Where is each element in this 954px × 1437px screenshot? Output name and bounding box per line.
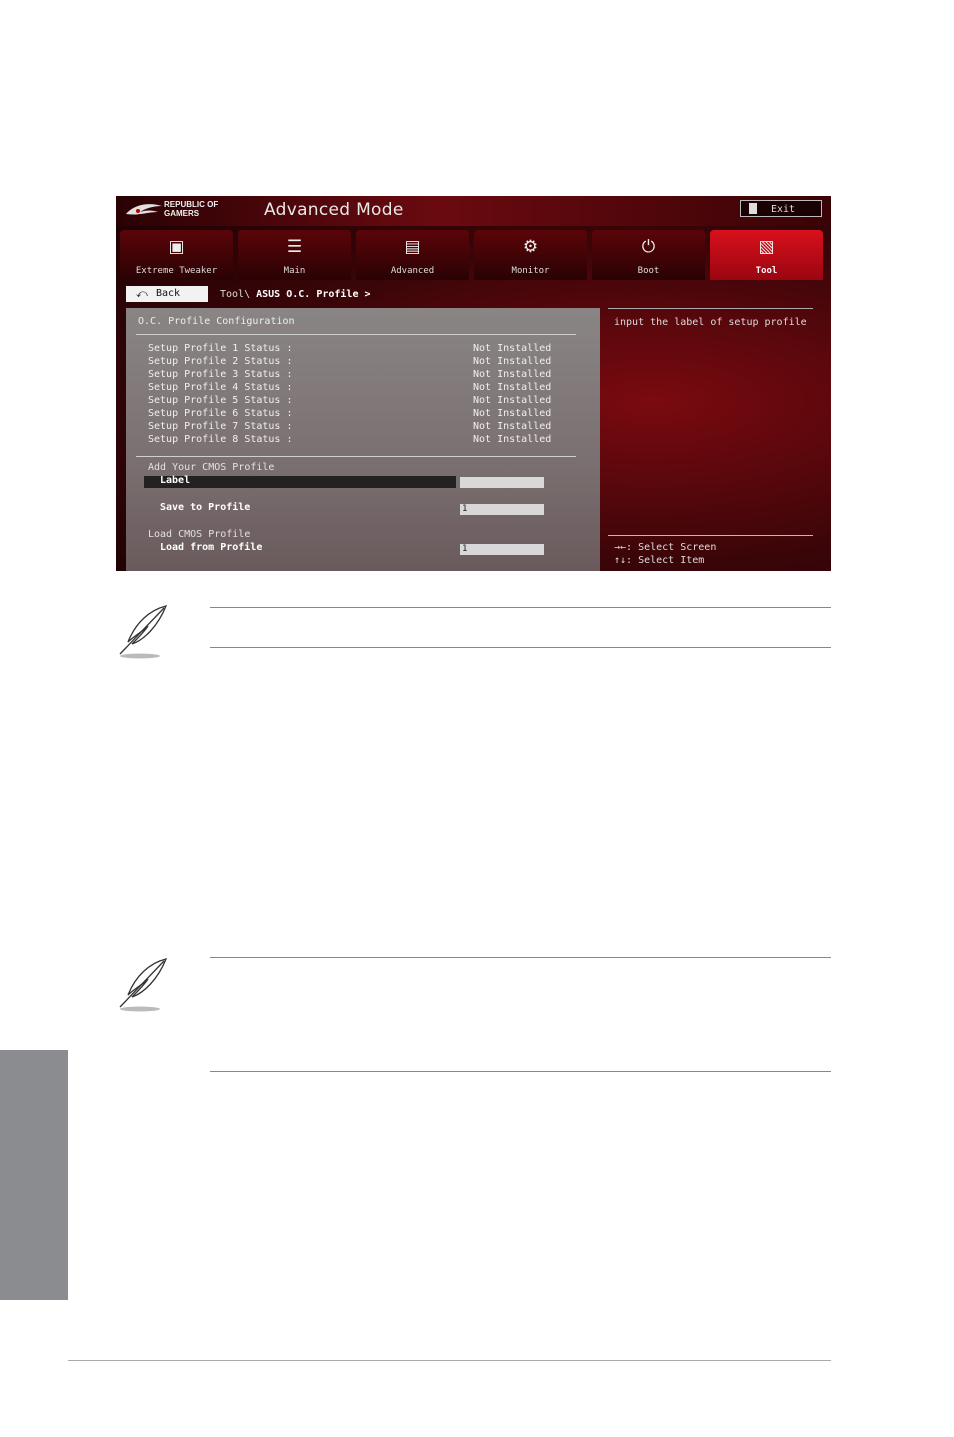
bios-screenshot: REPUBLIC OF GAMERS Advanced Mode Exit ▣ …: [116, 196, 831, 571]
section-title: O.C. Profile Configuration: [138, 316, 295, 327]
selected-row-highlight: [144, 476, 456, 488]
back-label: Back: [156, 288, 181, 299]
note-bottom-rule: [210, 1071, 831, 1072]
back-button[interactable]: ⤺ Back: [126, 286, 208, 302]
note-bottom-rule: [210, 647, 831, 648]
exit-door-icon: [749, 203, 757, 214]
tab-label: Monitor: [511, 266, 550, 276]
divider: [136, 456, 576, 457]
label-input[interactable]: [460, 477, 544, 488]
mode-title: Advanced Mode: [264, 200, 404, 220]
key-hint: →←: Select Screen: [614, 542, 717, 553]
rog-logo-icon: [126, 204, 162, 215]
advanced-icon: ▤: [404, 237, 421, 257]
breadcrumb-prefix: Tool\: [220, 289, 257, 300]
tab-monitor[interactable]: ⚙ Monitor: [474, 230, 587, 280]
note-top-rule: [210, 607, 831, 608]
tab-extreme-tweaker[interactable]: ▣ Extreme Tweaker: [120, 230, 233, 280]
note-feather-icon: [119, 605, 168, 659]
add-profile-group-label: Add Your CMOS Profile: [148, 462, 275, 473]
profile-status-row: Setup Profile 7 Status : Not Installed: [148, 421, 552, 432]
label-item[interactable]: Label: [160, 475, 190, 486]
help-divider: [608, 535, 813, 536]
footer-rule: [68, 1360, 831, 1361]
load-profile-number-field[interactable]: 1: [460, 544, 544, 555]
tab-label: Main: [283, 266, 306, 276]
breadcrumb: Tool\ ASUS O.C. Profile >: [220, 289, 371, 300]
profile-status-row: Setup Profile 1 Status : Not Installed: [148, 343, 552, 354]
help-panel: input the label of setup profile →←: Sel…: [608, 308, 813, 571]
help-text: input the label of setup profile: [614, 317, 807, 328]
breadcrumb-current: ASUS O.C. Profile >: [256, 289, 371, 300]
profile-status-row: Setup Profile 6 Status : Not Installed: [148, 408, 552, 419]
main-tabs: ▣ Extreme Tweaker ☰ Main ▤ Advanced ⚙ Mo…: [120, 230, 830, 282]
tab-label: Advanced: [390, 266, 435, 276]
list-icon: ☰: [286, 237, 303, 257]
key-hint: ↑↓: Select Item: [614, 555, 705, 566]
load-profile-group-label: Load CMOS Profile: [148, 529, 251, 540]
profile-status-row: Setup Profile 2 Status : Not Installed: [148, 356, 552, 367]
load-from-profile-item[interactable]: Load from Profile: [160, 542, 262, 553]
divider: [136, 334, 576, 335]
key-hints: →←: Select Screen ↑↓: Select Item: [614, 541, 716, 567]
tab-label: Extreme Tweaker: [135, 266, 218, 276]
tab-tool[interactable]: ▧ Tool: [710, 230, 823, 280]
bios-top-bar: REPUBLIC OF GAMERS Advanced Mode Exit: [116, 196, 831, 226]
profile-status-row: Setup Profile 8 Status : Not Installed: [148, 434, 552, 445]
profile-status-row: Setup Profile 5 Status : Not Installed: [148, 395, 552, 406]
profile-status-row: Setup Profile 3 Status : Not Installed: [148, 369, 552, 380]
power-icon: ⏻: [641, 237, 656, 257]
brand-text: REPUBLIC OF GAMERS: [164, 200, 219, 218]
note-top-rule: [210, 957, 831, 958]
tab-boot[interactable]: ⏻ Boot: [592, 230, 705, 280]
save-profile-number-field[interactable]: 1: [460, 504, 544, 515]
chapter-side-tab: [0, 1050, 68, 1300]
tweaker-icon: ▣: [168, 237, 185, 257]
toolbox-icon: ▧: [758, 237, 775, 257]
exit-label: Exit: [771, 204, 796, 215]
note-feather-icon: [119, 958, 168, 1012]
tab-label: Tool: [755, 266, 778, 276]
back-arrow-icon: ⤺: [136, 287, 148, 300]
save-to-profile-item[interactable]: Save to Profile: [160, 502, 250, 513]
profile-status-row: Setup Profile 4 Status : Not Installed: [148, 382, 552, 393]
tab-main[interactable]: ☰ Main: [238, 230, 351, 280]
tab-label: Boot: [637, 266, 660, 276]
tab-advanced[interactable]: ▤ Advanced: [356, 230, 469, 280]
monitor-icon: ⚙: [522, 237, 539, 257]
exit-button[interactable]: Exit: [740, 200, 822, 217]
